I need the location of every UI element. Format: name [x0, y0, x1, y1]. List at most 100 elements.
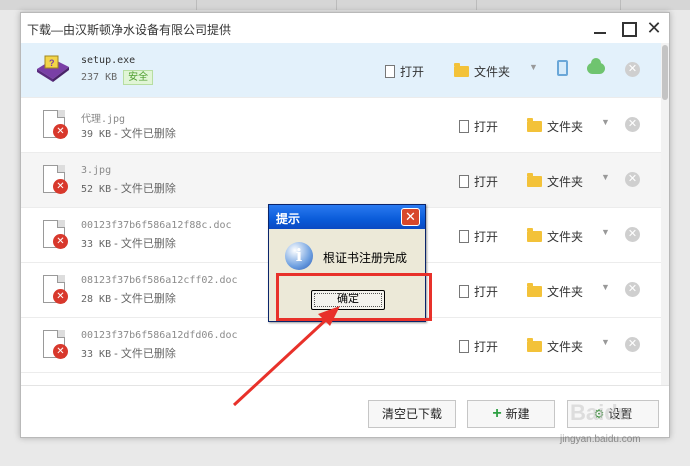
- file-name: setup.exe: [81, 55, 136, 66]
- file-meta: 52 KB - 文件已删除: [81, 180, 176, 196]
- file-name: 3.jpg: [81, 165, 112, 176]
- file-meta: 39 KB - 文件已删除: [81, 125, 176, 141]
- phone-icon[interactable]: [557, 60, 568, 76]
- folder-button[interactable]: 文件夹: [527, 118, 583, 135]
- folder-label: 文件夹: [547, 340, 584, 354]
- file-size: 237 KB: [81, 72, 118, 83]
- remove-icon[interactable]: ✕: [625, 337, 640, 352]
- folder-button[interactable]: 文件夹: [527, 338, 583, 355]
- titlebar: 下载—由汉斯顿净水设备有限公司提供 ✕: [21, 13, 669, 43]
- folder-label: 文件夹: [547, 175, 584, 189]
- svg-text:?: ?: [49, 58, 55, 68]
- info-icon: i: [285, 242, 313, 270]
- folder-icon: [527, 228, 542, 242]
- maximize-button[interactable]: [619, 19, 637, 37]
- annotation-highlight-box: [276, 273, 432, 321]
- chevron-down-icon[interactable]: ▼: [601, 337, 610, 347]
- file-meta: 33 KB - 文件已删除: [81, 345, 176, 361]
- dialog-title: 提示: [276, 212, 301, 226]
- file-size: 33 KB: [81, 349, 112, 360]
- open-button[interactable]: 打开: [459, 173, 498, 190]
- remove-icon[interactable]: ✕: [625, 227, 640, 242]
- safe-badge: 安全: [123, 70, 154, 85]
- open-label: 打开: [474, 285, 499, 299]
- file-meta: 28 KB - 文件已删除: [81, 290, 176, 306]
- document-icon: [459, 285, 469, 298]
- open-button[interactable]: 打开: [459, 283, 498, 300]
- window-title: 下载—由汉斯顿净水设备有限公司提供: [27, 23, 232, 37]
- open-button[interactable]: 打开: [385, 63, 424, 80]
- remove-icon[interactable]: ✕: [625, 117, 640, 132]
- open-label: 打开: [400, 65, 425, 79]
- file-name: 00123f37b6f586a12dfd06.doc: [81, 330, 238, 341]
- error-icon: ✕: [53, 344, 68, 359]
- document-icon: [459, 340, 469, 353]
- download-row[interactable]: ✕ 3.jpg 52 KB - 文件已删除 打开 文件夹 ▼ ✕: [21, 153, 661, 208]
- file-meta: 33 KB - 文件已删除: [81, 235, 176, 251]
- plus-icon: +: [492, 405, 502, 422]
- new-download-button[interactable]: + 新建: [467, 400, 555, 428]
- error-icon: ✕: [53, 179, 68, 194]
- scrollbar[interactable]: [661, 43, 669, 385]
- error-icon: ✕: [53, 289, 68, 304]
- clear-downloaded-button[interactable]: 清空已下载: [368, 400, 456, 428]
- file-status: - 文件已删除: [114, 183, 176, 195]
- file-status: - 文件已删除: [114, 128, 176, 140]
- document-icon: [385, 65, 395, 78]
- open-label: 打开: [474, 175, 499, 189]
- download-row[interactable]: ? setup.exe 237 KB 安全 打开 文件夹 ▼ ✕: [21, 43, 661, 98]
- folder-label: 文件夹: [547, 285, 584, 299]
- watermark: Baidu jingyan.baidu.com: [560, 398, 680, 458]
- file-meta: 237 KB 安全: [81, 70, 154, 85]
- new-label: 新建: [505, 407, 530, 421]
- scrollbar-thumb[interactable]: [662, 45, 668, 100]
- watermark-text: jingyan.baidu.com: [560, 434, 641, 445]
- open-button[interactable]: 打开: [459, 228, 498, 245]
- open-label: 打开: [474, 120, 499, 134]
- download-row[interactable]: ✕ 00123f37b6f586a12dfd06.doc 33 KB - 文件已…: [21, 318, 661, 373]
- installer-icon: ?: [37, 55, 69, 82]
- remove-icon[interactable]: ✕: [625, 172, 640, 187]
- chevron-down-icon[interactable]: ▼: [601, 117, 610, 127]
- open-button[interactable]: 打开: [459, 118, 498, 135]
- chevron-down-icon[interactable]: ▼: [529, 62, 538, 72]
- file-size: 39 KB: [81, 129, 112, 140]
- folder-label: 文件夹: [474, 65, 511, 79]
- chevron-down-icon[interactable]: ▼: [601, 282, 610, 292]
- remove-icon[interactable]: ✕: [625, 282, 640, 297]
- folder-icon: [527, 173, 542, 187]
- document-icon: [459, 175, 469, 188]
- file-size: 28 KB: [81, 294, 112, 305]
- chevron-down-icon[interactable]: ▼: [601, 227, 610, 237]
- file-name: 00123f37b6f586a12f88c.doc: [81, 220, 232, 231]
- file-status: - 文件已删除: [114, 348, 176, 360]
- dialog-titlebar: 提示 ✕: [269, 205, 425, 229]
- folder-icon: [527, 118, 542, 132]
- folder-button[interactable]: 文件夹: [527, 173, 583, 190]
- document-icon: [459, 230, 469, 243]
- folder-icon: [454, 63, 469, 77]
- baidu-logo: Baidu: [570, 400, 632, 425]
- close-button[interactable]: ✕: [645, 19, 663, 37]
- folder-icon: [527, 338, 542, 352]
- browser-tab-strip: [0, 0, 690, 10]
- file-status: - 文件已删除: [114, 293, 176, 305]
- download-row[interactable]: ✕ 代理.jpg 39 KB - 文件已删除 打开 文件夹 ▼ ✕: [21, 98, 661, 153]
- remove-icon[interactable]: ✕: [625, 62, 640, 77]
- folder-button[interactable]: 文件夹: [527, 228, 583, 245]
- minimize-button[interactable]: [591, 19, 609, 37]
- folder-label: 文件夹: [547, 120, 584, 134]
- open-button[interactable]: 打开: [459, 338, 498, 355]
- chevron-down-icon[interactable]: ▼: [601, 172, 610, 182]
- open-label: 打开: [474, 340, 499, 354]
- file-name: 08123f37b6f586a12cff02.doc: [81, 275, 238, 286]
- file-name: 代理.jpg: [81, 114, 126, 125]
- dialog-message: 根证书注册完成: [323, 251, 408, 265]
- cloud-icon[interactable]: [587, 58, 605, 74]
- error-icon: ✕: [53, 124, 68, 139]
- file-status: - 文件已删除: [114, 238, 176, 250]
- folder-button[interactable]: 文件夹: [527, 283, 583, 300]
- document-icon: [459, 120, 469, 133]
- dialog-close-button[interactable]: ✕: [401, 208, 420, 226]
- folder-button[interactable]: 文件夹: [454, 63, 510, 80]
